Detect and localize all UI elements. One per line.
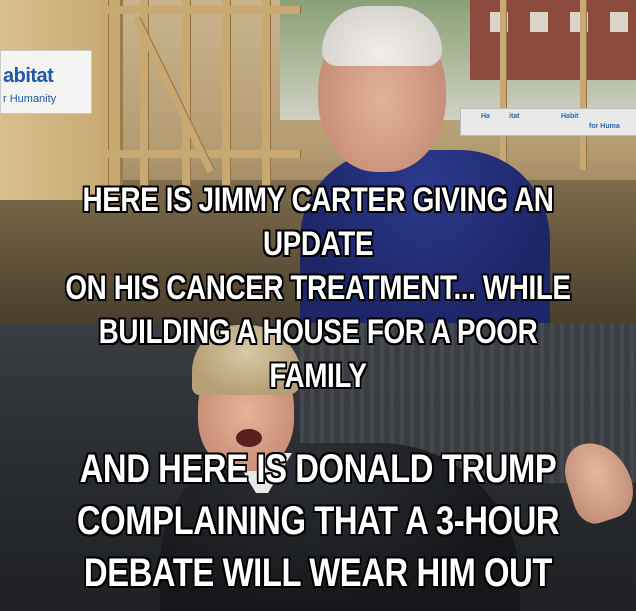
top-caption: HERE IS JIMMY CARTER GIVING AN UPDATE ON…: [57, 178, 579, 398]
wood-stud: [100, 0, 108, 190]
banner-text: Ha: [481, 113, 490, 120]
wood-stud: [580, 0, 586, 170]
caption-line: AND HERE IS DONALD TRUMP: [79, 447, 557, 491]
wood-stud: [500, 0, 506, 170]
habitat-banner: Ha itat Habit for Huma: [460, 108, 636, 136]
bottom-caption: AND HERE IS DONALD TRUMP COMPLAINING THA…: [57, 443, 579, 599]
wood-stud: [222, 0, 230, 190]
habitat-sign-subtitle: r Humanity: [3, 93, 57, 105]
banner-text: for Huma: [589, 123, 620, 130]
carter-hair: [322, 6, 442, 66]
caption-line: BUILDING A HOUSE FOR A POOR FAMILY: [98, 313, 538, 395]
caption-line: DEBATE WILL WEAR HIM OUT: [83, 551, 553, 595]
habitat-sign-name: abitat: [3, 65, 54, 87]
banner-text: Habit: [561, 113, 579, 120]
wood-beam: [100, 6, 300, 14]
caption-line: HERE IS JIMMY CARTER GIVING AN UPDATE: [82, 181, 554, 263]
habitat-sign: abitat r Humanity: [0, 50, 92, 114]
banner-text: itat: [509, 113, 520, 120]
meme-image: abitat r Humanity Ha itat Habit for Huma…: [0, 0, 636, 611]
wood-stud: [182, 0, 190, 200]
background-building: [470, 0, 636, 80]
caption-line: ON HIS CANCER TREATMENT... WHILE: [65, 269, 571, 307]
caption-line: COMPLAINING THAT A 3-HOUR: [76, 499, 560, 543]
wood-stud: [262, 0, 270, 190]
